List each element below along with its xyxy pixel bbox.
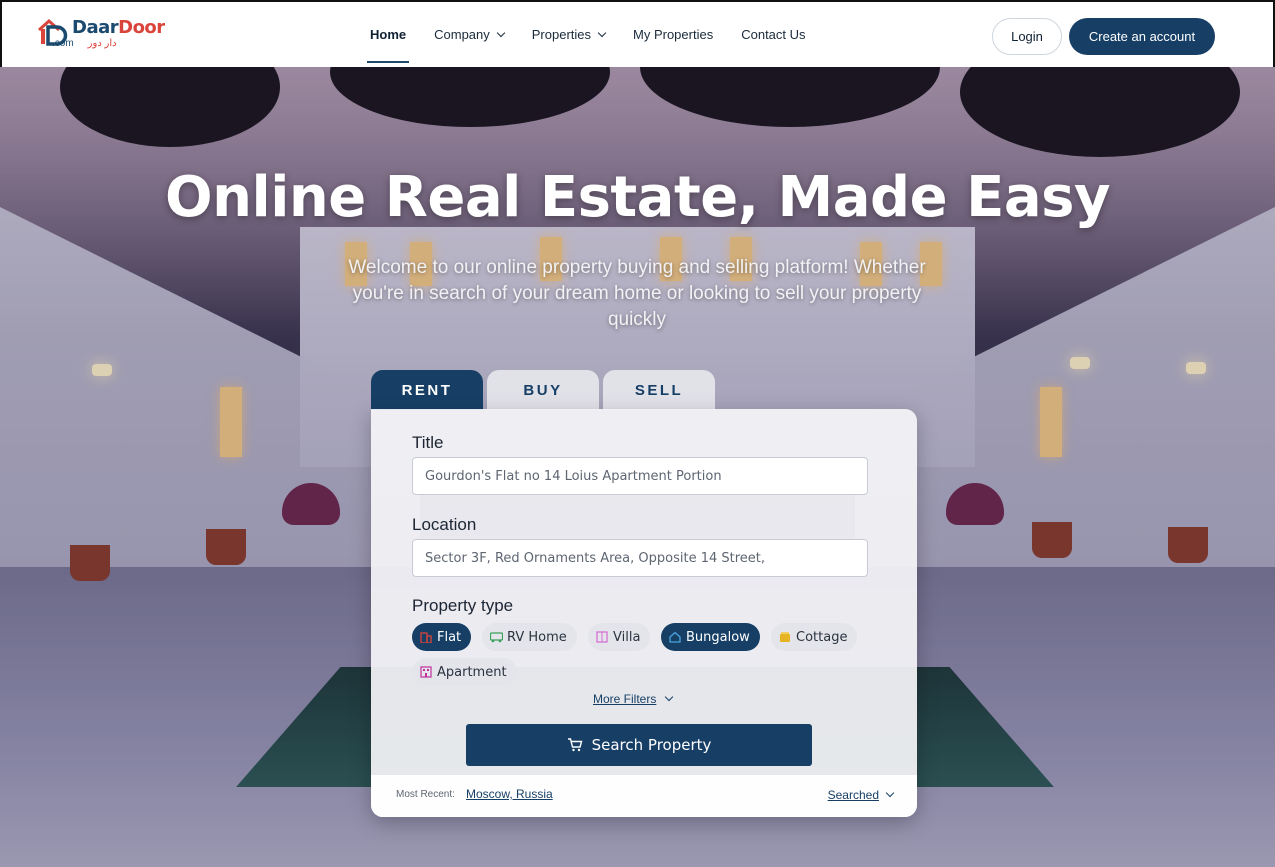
apartment-icon: [420, 666, 432, 678]
chip-rv-home[interactable]: RV Home: [482, 623, 577, 651]
tab-sell[interactable]: SELL: [603, 370, 715, 410]
chevron-down-icon: [597, 28, 607, 37]
main-nav: Home Company Properties My Properties Co…: [366, 2, 834, 67]
tab-buy[interactable]: BUY: [487, 370, 599, 410]
chip-bungalow[interactable]: Bungalow: [661, 623, 760, 651]
chevron-down-icon: [665, 692, 674, 702]
listing-type-tabs: RENT BUY SELL: [371, 370, 715, 410]
most-recent-location-link[interactable]: Moscow, Russia: [466, 787, 553, 801]
search-property-button[interactable]: Search Property: [466, 724, 812, 766]
brand-subtitle: .com دار دور: [52, 38, 117, 49]
hero-subtitle: Welcome to our online property buying an…: [348, 257, 926, 330]
property-search-card: Title Gourdon's Flat no 14 Loius Apartme…: [371, 409, 917, 817]
cart-icon: [567, 738, 583, 752]
chevron-down-icon: [885, 788, 895, 798]
building-icon: [420, 631, 432, 644]
nav-company[interactable]: Company: [434, 2, 506, 67]
chip-villa[interactable]: Villa: [588, 623, 651, 651]
most-recent-label: Most Recent:: [396, 789, 455, 800]
nav-my-properties[interactable]: My Properties: [633, 2, 713, 67]
rv-icon: [489, 631, 504, 643]
searched-dropdown[interactable]: Searched: [828, 788, 895, 802]
location-label: Location: [412, 515, 477, 534]
chip-cottage[interactable]: Cottage: [771, 623, 858, 651]
login-button[interactable]: Login: [992, 18, 1062, 55]
create-account-button[interactable]: Create an account: [1069, 18, 1215, 55]
chevron-down-icon: [496, 28, 506, 37]
nav-home[interactable]: Home: [366, 2, 410, 67]
hero-section: Online Real Estate, Made Easy Welcome to…: [0, 67, 1275, 867]
top-navbar: DaarDoor .com دار دور Home Company Proper…: [0, 0, 1275, 67]
brand-name: DaarDoor: [72, 17, 165, 38]
chip-apartment[interactable]: Apartment: [412, 658, 517, 686]
chip-flat[interactable]: Flat: [412, 623, 472, 651]
recent-search-bar: Most Recent: Moscow, Russia Searched: [371, 775, 917, 817]
title-label: Title: [412, 433, 444, 452]
villa-icon: [596, 631, 608, 643]
cottage-icon: [779, 631, 791, 643]
more-filters-link[interactable]: More Filters: [593, 692, 674, 706]
tab-rent[interactable]: RENT: [371, 370, 483, 410]
location-input[interactable]: Sector 3F, Red Ornaments Area, Opposite …: [412, 539, 868, 577]
nav-contact-us[interactable]: Contact Us: [741, 2, 805, 67]
hero-title: Online Real Estate, Made Easy: [165, 165, 1110, 230]
nav-properties[interactable]: Properties: [532, 2, 607, 67]
house-icon: [669, 631, 681, 643]
title-input[interactable]: Gourdon's Flat no 14 Loius Apartment Por…: [412, 457, 868, 495]
property-type-label: Property type: [412, 596, 514, 615]
